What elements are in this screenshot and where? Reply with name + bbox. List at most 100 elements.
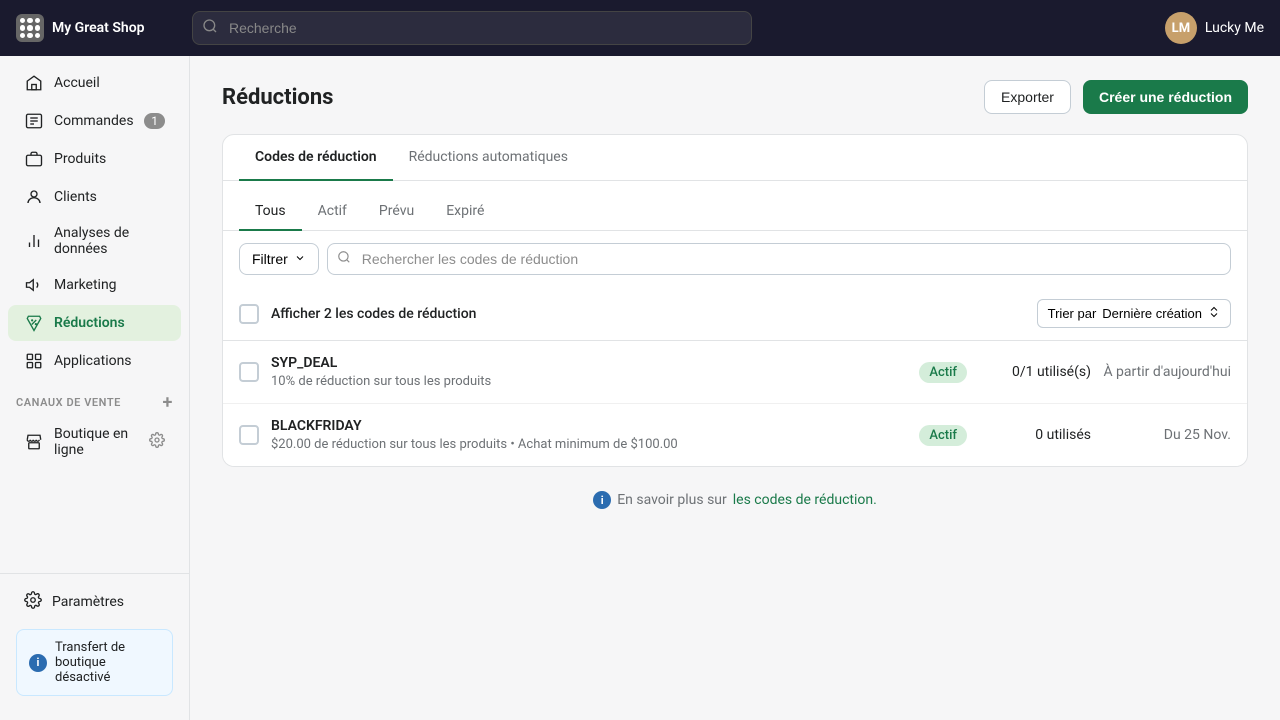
logo-icon (16, 14, 44, 42)
sidebar: Accueil Commandes 1 Produits Clients (0, 56, 190, 720)
main-content: Réductions Exporter Créer une réduction … (190, 56, 1280, 720)
sidebar-item-boutique-label: Boutique en ligne (54, 426, 139, 458)
status-badge: Actif (919, 425, 967, 446)
commandes-badge: 1 (144, 113, 165, 129)
table-row[interactable]: BLACKFRIDAY $20.00 de réduction sur tous… (223, 404, 1247, 466)
sort-arrows-icon (1208, 306, 1220, 321)
toolbar: Filtrer (223, 231, 1247, 287)
topbar: My Great Shop LM Lucky Me (0, 0, 1280, 56)
row-1-status: Actif (919, 364, 967, 380)
sidebar-item-commandes-label: Commandes (54, 113, 134, 129)
sidebar-item-marketing[interactable]: Marketing (8, 267, 181, 303)
sidebar-item-reductions[interactable]: Réductions (8, 305, 181, 341)
row-2-info: BLACKFRIDAY $20.00 de réduction sur tous… (271, 418, 895, 452)
filter-label: Filtrer (252, 251, 288, 267)
orders-icon (24, 111, 44, 131)
home-icon (24, 73, 44, 93)
sidebar-item-applications-label: Applications (54, 353, 132, 369)
sidebar-item-produits-label: Produits (54, 151, 106, 167)
tab-prevu[interactable]: Prévu (363, 193, 430, 231)
export-button[interactable]: Exporter (984, 80, 1071, 114)
search-container (192, 11, 752, 45)
create-reduction-button[interactable]: Créer une réduction (1083, 80, 1248, 114)
row-1-info: SYP_DEAL 10% de réduction sur tous les p… (271, 355, 895, 389)
row-1-checkbox[interactable] (239, 362, 259, 382)
table-row[interactable]: SYP_DEAL 10% de réduction sur tous les p… (223, 341, 1247, 404)
logo-text: My Great Shop (52, 20, 145, 36)
tab-expire[interactable]: Expiré (430, 193, 500, 231)
select-all-checkbox[interactable] (239, 304, 259, 324)
parametres-label: Paramètres (52, 594, 124, 610)
sort-value: Dernière création (1102, 306, 1202, 321)
page-title: Réductions (222, 85, 333, 110)
chevron-down-icon (294, 251, 306, 267)
sidebar-bottom: Paramètres i Transfert de boutique désac… (0, 573, 189, 712)
page-header: Réductions Exporter Créer une réduction (222, 80, 1248, 114)
sidebar-item-produits[interactable]: Produits (8, 141, 181, 177)
layout: Accueil Commandes 1 Produits Clients (0, 56, 1280, 720)
search-icon (202, 18, 218, 38)
transfer-text: Transfert de boutique désactivé (55, 640, 160, 685)
sidebar-item-applications[interactable]: Applications (8, 343, 181, 379)
boutique-icon (24, 432, 44, 452)
reductions-card: Codes de réduction Réductions automatiqu… (222, 134, 1248, 467)
footer-link[interactable]: les codes de réduction. (733, 492, 877, 508)
analytics-icon (24, 231, 44, 251)
sidebar-item-marketing-label: Marketing (54, 277, 117, 293)
sidebar-item-clients-label: Clients (54, 189, 97, 205)
clients-icon (24, 187, 44, 207)
info-icon: i (593, 491, 611, 509)
add-channel-button[interactable]: + (163, 392, 173, 413)
row-1-date: À partir d'aujourd'hui (1091, 364, 1231, 380)
sidebar-item-analyses[interactable]: Analyses de données (8, 217, 181, 265)
row-2-usage: 0 utilisés (991, 427, 1091, 443)
row-2-desc: $20.00 de réduction sur tous les produit… (271, 437, 895, 452)
inner-tabs: Tous Actif Prévu Expiré (223, 181, 1247, 231)
logo[interactable]: My Great Shop (16, 14, 176, 42)
tab-codes-reduction[interactable]: Codes de réduction (239, 135, 393, 181)
row-2-checkbox[interactable] (239, 425, 259, 445)
sort-label: Trier par (1048, 306, 1097, 321)
table-header: Afficher 2 les codes de réduction Trier … (223, 287, 1247, 341)
user-menu[interactable]: LM Lucky Me (1165, 12, 1264, 44)
reductions-icon (24, 313, 44, 333)
transfer-info-icon: i (29, 654, 47, 672)
sidebar-item-reductions-label: Réductions (54, 315, 125, 331)
sort-button[interactable]: Trier par Dernière création (1037, 299, 1231, 328)
header-actions: Exporter Créer une réduction (984, 80, 1248, 114)
sidebar-item-accueil-label: Accueil (54, 75, 100, 91)
tab-reductions-auto[interactable]: Réductions automatiques (393, 135, 584, 181)
row-1-code: SYP_DEAL (271, 355, 895, 371)
transfer-banner: i Transfert de boutique désactivé (16, 629, 173, 696)
sidebar-item-clients[interactable]: Clients (8, 179, 181, 215)
products-icon (24, 149, 44, 169)
codes-search-container (327, 243, 1231, 275)
sidebar-item-analyses-label: Analyses de données (54, 225, 165, 257)
outer-tabs: Codes de réduction Réductions automatiqu… (223, 135, 1247, 181)
search-input[interactable] (192, 11, 752, 45)
canaux-section-label: CANAUX DE VENTE + (0, 380, 189, 417)
sidebar-item-boutique[interactable]: Boutique en ligne (8, 418, 181, 466)
user-name: Lucky Me (1205, 20, 1264, 36)
codes-search-icon (337, 250, 351, 268)
row-1-desc: 10% de réduction sur tous les produits (271, 374, 895, 389)
row-2-code: BLACKFRIDAY (271, 418, 895, 434)
sidebar-item-parametres[interactable]: Paramètres (8, 583, 181, 621)
table-header-label: Afficher 2 les codes de réduction (271, 306, 476, 322)
marketing-icon (24, 275, 44, 295)
apps-icon (24, 351, 44, 371)
row-2-date: Du 25 Nov. (1091, 427, 1231, 443)
codes-search-input[interactable] (327, 243, 1231, 275)
filter-button[interactable]: Filtrer (239, 243, 319, 275)
tab-actif[interactable]: Actif (302, 193, 363, 231)
tab-tous[interactable]: Tous (239, 193, 302, 231)
status-badge: Actif (919, 362, 967, 383)
avatar: LM (1165, 12, 1197, 44)
row-2-status: Actif (919, 427, 967, 443)
boutique-settings-icon[interactable] (149, 432, 165, 452)
row-1-usage: 0/1 utilisé(s) (991, 364, 1091, 380)
sidebar-item-commandes[interactable]: Commandes 1 (8, 103, 181, 139)
settings-icon (24, 591, 42, 613)
info-footer: i En savoir plus sur les codes de réduct… (222, 467, 1248, 533)
sidebar-item-accueil[interactable]: Accueil (8, 65, 181, 101)
